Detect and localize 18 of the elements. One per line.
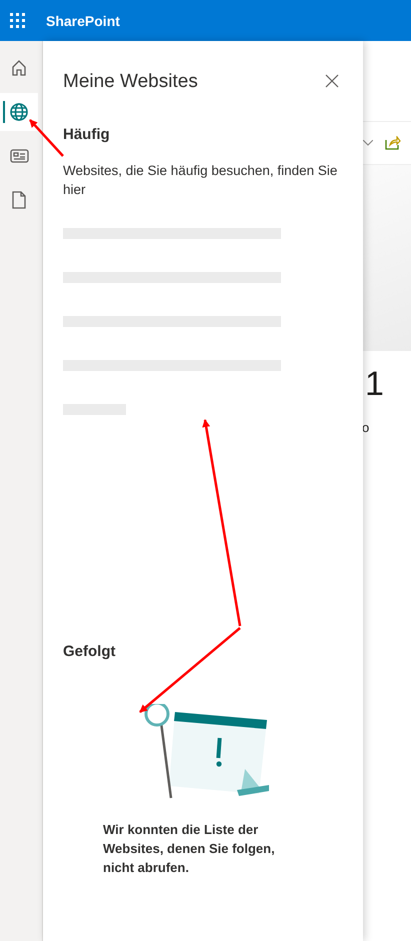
document-icon	[12, 191, 26, 209]
share-icon[interactable]	[385, 136, 401, 150]
error-message: Wir konnten die Liste der Websites, denen Sie folgen, nicht abrufen.	[103, 821, 276, 877]
section-description: Websites, die Sie häufig besuchen, finden Sie hier	[63, 162, 338, 199]
page-heading: 1	[365, 365, 385, 404]
panel-title: Meine Websites	[63, 71, 198, 93]
section-heading: Häufig	[63, 126, 111, 143]
app-launcher-icon[interactable]	[10, 12, 26, 28]
globe-icon	[9, 102, 29, 122]
app-title[interactable]: SharePoint	[46, 12, 120, 28]
close-button[interactable]	[325, 74, 341, 90]
close-icon	[325, 74, 339, 88]
nav-item[interactable]	[0, 93, 38, 131]
annotation-arrow	[29, 119, 64, 157]
section-heading: Gefolgt	[63, 643, 116, 660]
home-icon	[10, 59, 28, 77]
chevron-down-icon[interactable]	[363, 140, 373, 146]
news-icon	[10, 148, 28, 164]
